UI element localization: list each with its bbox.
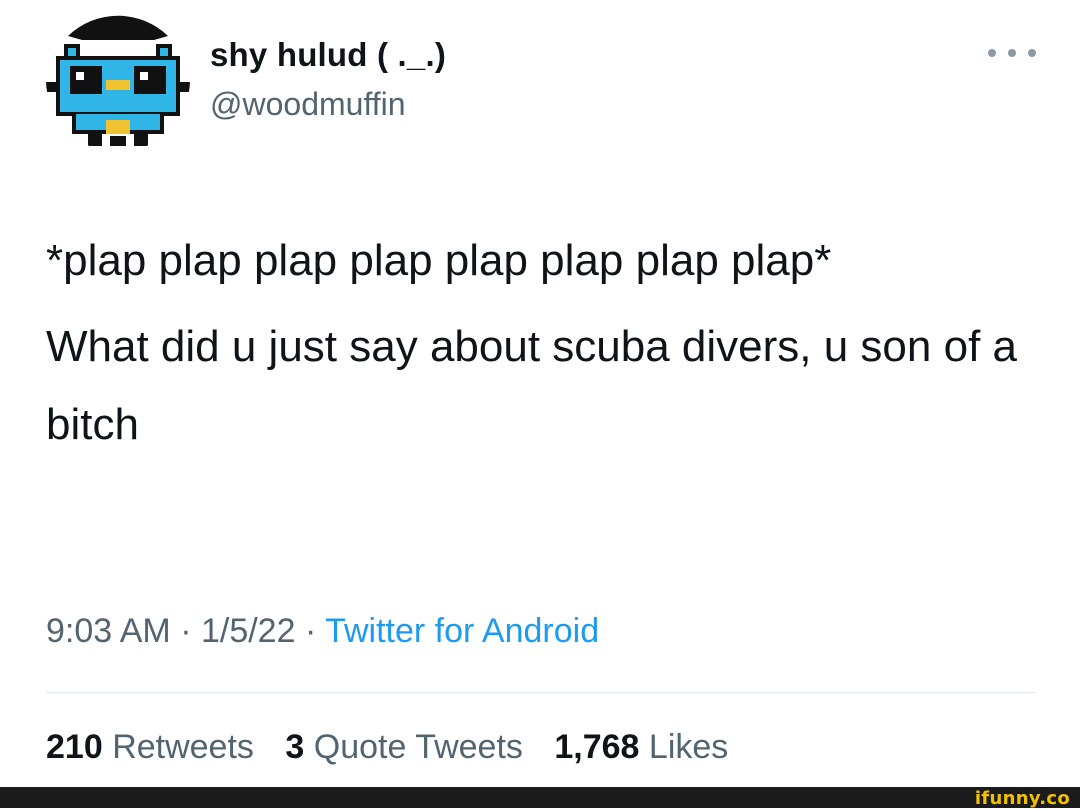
more-dot [988, 49, 996, 57]
retweets-label: Retweets [112, 728, 254, 766]
meta-separator: · [170, 612, 201, 650]
more-dot [1028, 49, 1036, 57]
tweet-time[interactable]: 9:03 AM [46, 612, 171, 650]
avatar[interactable] [46, 8, 190, 152]
tweet-source-link[interactable]: Twitter for Android [325, 612, 599, 650]
likes-stat[interactable]: 1,768 Likes [554, 728, 728, 766]
tweet-text: *plap plap plap plap plap plap plap plap… [46, 222, 1026, 464]
likes-count: 1,768 [554, 728, 640, 766]
tweet-line-2: What did u just say about scuba divers, … [46, 322, 1017, 449]
tweet-date[interactable]: 1/5/22 [201, 612, 296, 650]
tweet-stats: 210 Retweets 3 Quote Tweets 1,768 Likes [46, 728, 750, 767]
author-handle[interactable]: @woodmuffin [210, 86, 406, 123]
meta-separator: · [295, 612, 326, 650]
tweet-meta: 9:03 AM · 1/5/22 · Twitter for Android [46, 612, 599, 651]
retweets-count: 210 [46, 728, 103, 766]
quotes-count: 3 [285, 728, 305, 766]
more-options-icon[interactable] [988, 42, 1036, 64]
pixel-creature-avatar-icon [46, 8, 190, 152]
retweets-stat[interactable]: 210 Retweets [46, 728, 254, 766]
tweet-line-1: *plap plap plap plap plap plap plap plap… [46, 236, 832, 285]
quote-tweets-stat[interactable]: 3 Quote Tweets [285, 728, 523, 766]
quotes-label: Quote Tweets [313, 728, 523, 766]
likes-label: Likes [648, 728, 729, 766]
more-dot [1008, 49, 1016, 57]
author-display-name[interactable]: shy hulud ( ._.) [210, 36, 446, 74]
watermark-bar: ifunny.co [0, 787, 1080, 809]
divider [46, 692, 1036, 693]
ifunny-watermark: ifunny.co [974, 788, 1070, 809]
